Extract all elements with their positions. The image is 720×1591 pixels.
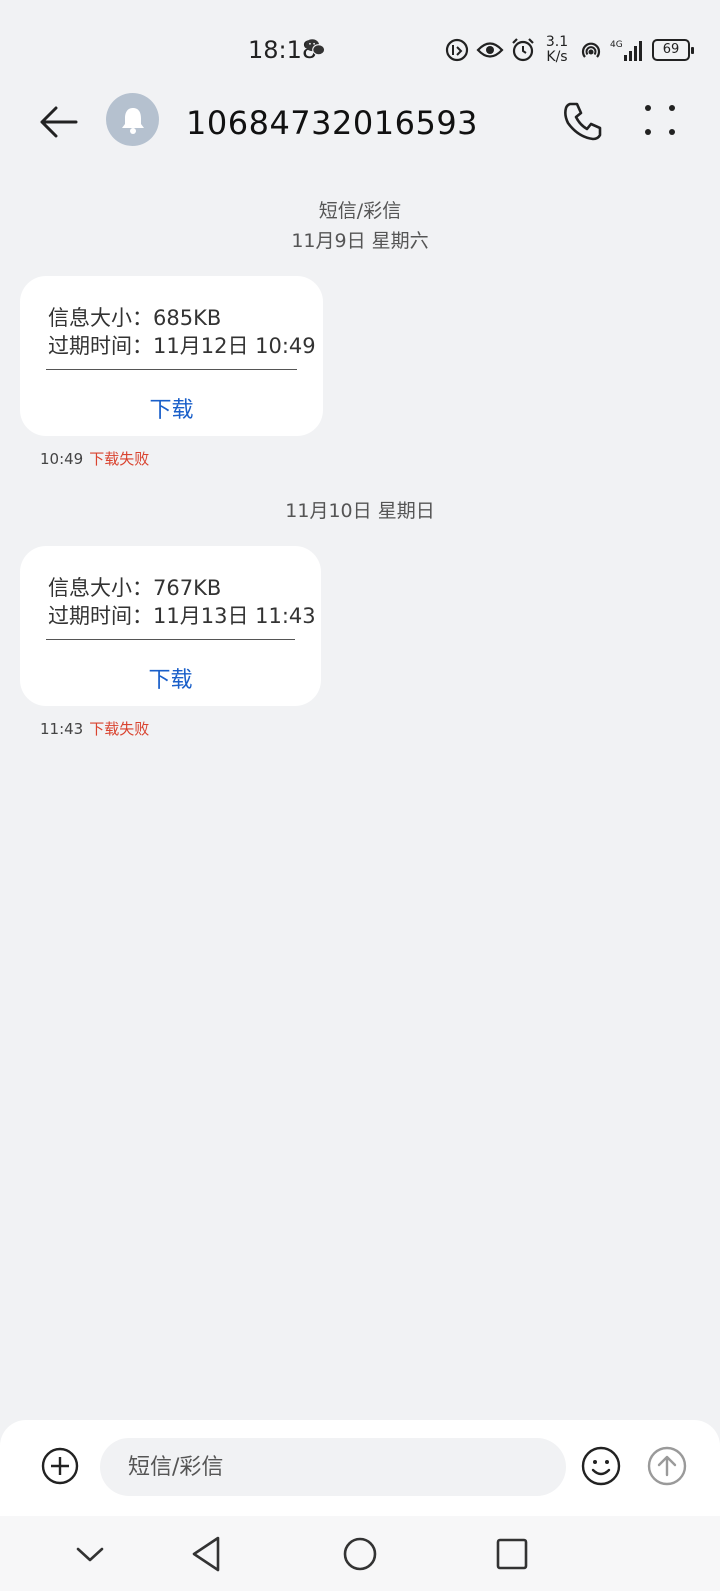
message-meta: 10:49 下载失败: [40, 448, 149, 469]
date-separator: 11月10日 星期日: [285, 500, 435, 522]
status-icons: 3.1 K/s 4G 69: [444, 30, 694, 70]
bell-icon: [121, 107, 144, 134]
message-size: 信息大小：685KB: [48, 302, 221, 332]
size-label: 信息大小：: [48, 306, 153, 330]
mms-notification-bubble[interactable]: 信息大小：767KB 过期时间：11月13日 11:43 下载: [20, 546, 321, 706]
eye-icon: [476, 42, 504, 58]
battery-icon: 69: [652, 39, 694, 61]
network-speed: 3.1 K/s: [542, 35, 572, 65]
compose-bar: [0, 1420, 720, 1516]
download-button[interactable]: 下载: [20, 392, 323, 424]
message-time: 10:49: [40, 450, 84, 468]
eye-comfort-icon: [445, 38, 469, 62]
channel-label: 短信/彩信: [318, 200, 402, 222]
expiry-value: 11月12日 10:49: [153, 334, 316, 358]
avatar[interactable]: [106, 93, 159, 146]
contact-number: 10684732016593: [186, 104, 479, 142]
expiry-label: 过期时间：: [48, 604, 153, 628]
message-time: 11:43: [40, 720, 84, 738]
send-icon[interactable]: [646, 1445, 688, 1487]
download-failed-status: 下载失败: [89, 450, 150, 468]
message-input[interactable]: [100, 1438, 566, 1496]
nav-recents-icon[interactable]: [490, 1532, 534, 1576]
net-speed-unit: K/s: [546, 49, 568, 65]
expiry-value: 11月13日 11:43: [153, 604, 316, 628]
message-expiry: 过期时间：11月12日 10:49: [48, 330, 316, 360]
download-button[interactable]: 下载: [20, 662, 321, 694]
message-meta: 11:43 下载失败: [40, 718, 149, 739]
emoji-icon[interactable]: [580, 1445, 622, 1487]
battery-level: 69: [662, 42, 680, 57]
sms-conversation-screen: 18:18 3.1 K/s 4G 69 10684732016593 短信/彩信…: [0, 0, 720, 1591]
conversation-header: 10684732016593: [0, 80, 720, 164]
bubble-divider: [46, 639, 295, 640]
alarm-icon: [512, 38, 534, 62]
nav-back-icon[interactable]: [186, 1532, 230, 1576]
hotspot-icon: [581, 42, 601, 58]
size-value: 685KB: [153, 306, 222, 330]
nav-home-icon[interactable]: [338, 1532, 382, 1576]
svg-text:4G: 4G: [610, 40, 623, 50]
system-nav-bar: [0, 1516, 720, 1591]
size-label: 信息大小：: [48, 576, 153, 600]
more-icon[interactable]: [640, 100, 680, 140]
wechat-icon: [305, 39, 326, 56]
net-speed-value: 3.1: [545, 34, 569, 50]
phone-icon[interactable]: [560, 98, 606, 144]
message-expiry: 过期时间：11月13日 11:43: [48, 600, 316, 630]
collapse-chevron-icon[interactable]: [68, 1532, 112, 1576]
mms-notification-bubble[interactable]: 信息大小：685KB 过期时间：11月12日 10:49 下载: [20, 276, 323, 436]
message-size: 信息大小：767KB: [48, 572, 221, 602]
download-failed-status: 下载失败: [89, 720, 150, 738]
add-attachment-icon[interactable]: [40, 1446, 80, 1486]
date-separator: 11月9日 星期六: [291, 230, 429, 252]
signal-icon: 4G: [610, 40, 642, 61]
back-arrow-icon[interactable]: [36, 100, 82, 144]
bubble-divider: [46, 369, 297, 370]
expiry-label: 过期时间：: [48, 334, 153, 358]
size-value: 767KB: [153, 576, 222, 600]
